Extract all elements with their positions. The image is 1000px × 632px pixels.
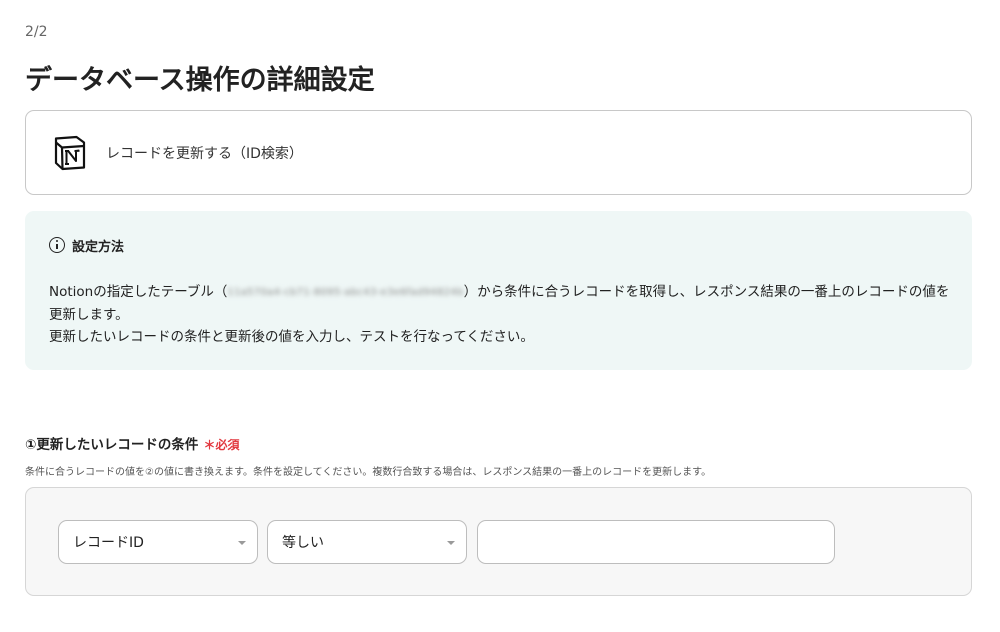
info-header: 設定方法 — [49, 235, 124, 255]
operator-select[interactable]: 等しい — [267, 520, 467, 564]
notion-logo-icon — [54, 135, 86, 171]
action-label: レコードを更新する（ID検索） — [106, 146, 303, 162]
page-title: データベース操作の詳細設定 — [25, 65, 375, 96]
info-icon — [49, 237, 65, 253]
condition-help-text: 条件に合うレコードの値を②の値に書き換えます。条件を設定してください。複数行合致… — [25, 467, 712, 478]
condition-title: ①更新したいレコードの条件 — [25, 437, 199, 453]
field-select-value: レコードID — [73, 535, 144, 551]
condition-label: ①更新したいレコードの条件 ＊必須 — [25, 433, 239, 453]
chevron-down-icon — [238, 541, 246, 545]
field-select[interactable]: レコードID — [58, 520, 258, 564]
info-body: Notionの指定したテーブル（11a570a4-cb71-8095-abc43… — [49, 281, 954, 348]
info-title: 設定方法 — [72, 239, 125, 255]
chevron-down-icon — [447, 541, 455, 545]
table-id-blurred: 11a570a4-cb71-8095-abc43-e3e6fad94824b — [227, 287, 464, 298]
info-panel: 設定方法 Notionの指定したテーブル（11a570a4-cb71-8095-… — [25, 211, 972, 370]
condition-panel: レコードID 等しい — [25, 487, 972, 596]
condition-value-input[interactable] — [477, 520, 835, 564]
action-card: レコードを更新する（ID検索） — [25, 110, 972, 195]
info-text-line2: 更新したいレコードの条件と更新後の値を入力し、テストを行なってください。 — [49, 329, 534, 345]
required-badge: ＊必須 — [203, 438, 240, 452]
step-indicator: 2/2 — [25, 24, 48, 40]
operator-select-value: 等しい — [282, 535, 324, 551]
info-text-prefix: Notionの指定したテーブル（ — [49, 284, 228, 300]
